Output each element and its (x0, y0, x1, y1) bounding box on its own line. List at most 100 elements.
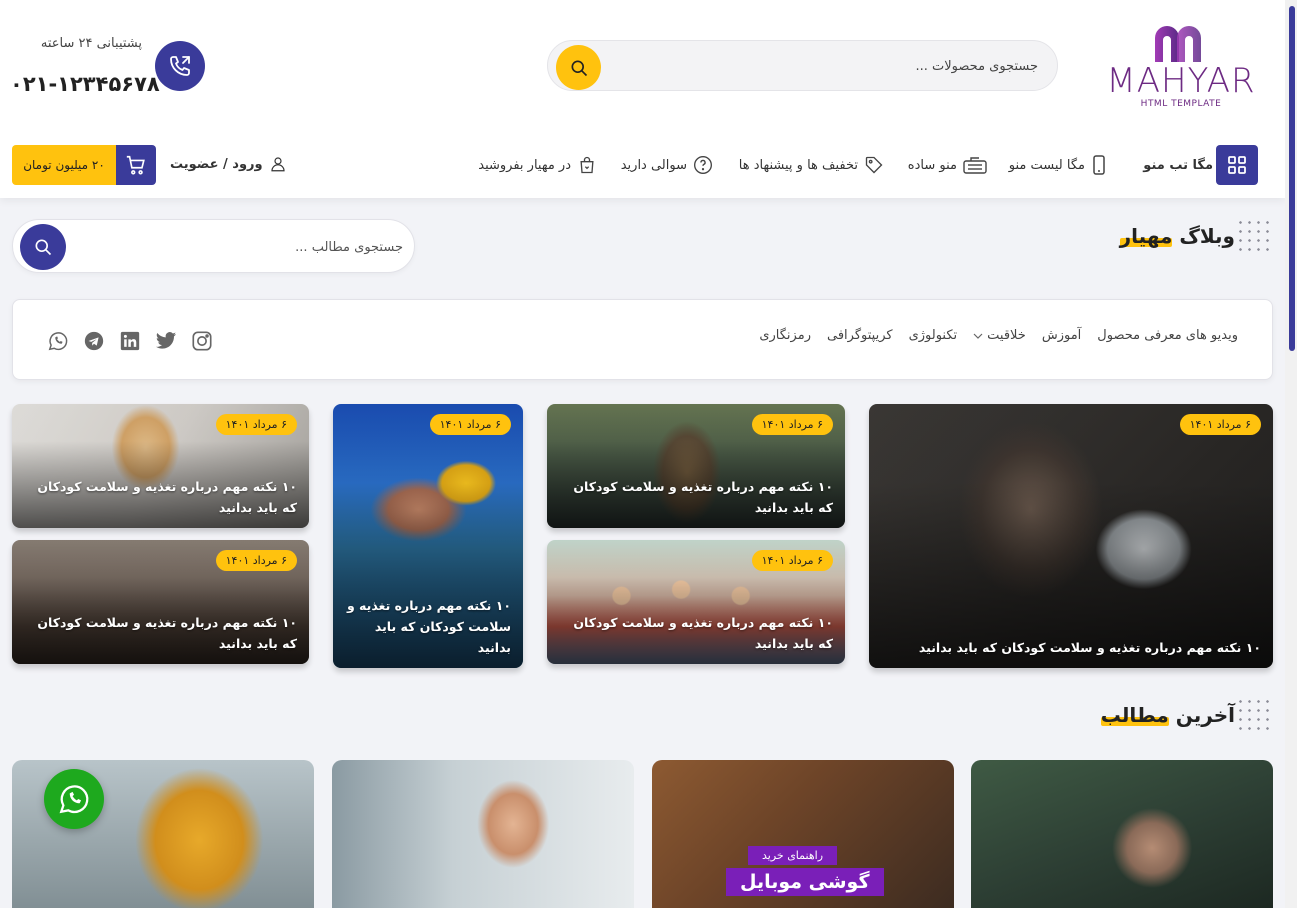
product-search (547, 40, 1058, 91)
nav-questions[interactable]: سوالی دارید (621, 154, 713, 176)
cart-icon (126, 155, 145, 175)
category-list: ویدیو های معرفی محصول آموزش خلاقیت تکنول… (759, 328, 1238, 343)
telegram-link[interactable] (83, 330, 105, 352)
scrollbar-thumb[interactable] (1289, 6, 1295, 351)
question-icon (694, 156, 712, 174)
nav-simple-menu-label: منو ساده (907, 157, 957, 173)
blog-search-button[interactable] (20, 224, 66, 270)
keyboard-icon (963, 157, 987, 174)
telegram-icon (84, 331, 104, 351)
post-date-badge: ۶ مرداد ۱۴۰۱ (215, 414, 297, 435)
search-icon (35, 239, 52, 256)
nav-mega-tab-menu[interactable]: مگا تب منو (1143, 154, 1213, 176)
post-title: ۱۰ نکته مهم درباره تغذیه و سلامت کودکان … (573, 479, 833, 515)
post-date-badge: ۶ مرداد ۱۴۰۱ (215, 550, 297, 571)
post-date-badge: ۶ مرداد ۱۴۰۱ (1179, 414, 1261, 435)
site-logo[interactable]: MAHYAR HTML TEMPLATE (1097, 22, 1265, 112)
post-title: ۱۰ نکته مهم درباره تغذیه و سلامت کودکان … (918, 640, 1261, 655)
nav-mega-list-menu[interactable]: مگا لیست منو (1009, 154, 1107, 176)
featured-post[interactable]: ۶ مرداد ۱۴۰۱ ۱۰ نکته مهم درباره تغذیه و … (12, 540, 309, 664)
category-item[interactable]: کریپتوگرافی (827, 328, 893, 343)
support-title: پشتیبانی ۲۴ ساعته (40, 36, 142, 51)
support-number: ۰۲۱-۱۲۳۴۵۶۷۸ (10, 72, 160, 96)
blog-title-highlight: مهیار (1119, 224, 1173, 248)
category-item[interactable]: رمزنگاری (759, 328, 811, 343)
latest-posts-title: آخرین مطالب (1100, 703, 1235, 727)
category-item[interactable]: آموزش (1042, 328, 1081, 343)
site-header: MAHYAR HTML TEMPLATE پشتیبانی ۲۴ ساعته ۰… (0, 0, 1285, 198)
grid-icon (1228, 156, 1246, 174)
instagram-link[interactable] (191, 330, 213, 352)
post-image (971, 760, 1273, 908)
nav-offers[interactable]: تخفیف ها و پیشنهاد ها (739, 154, 884, 176)
login-register-label: ورود / عضویت (170, 156, 263, 172)
category-item-label: خلاقیت (987, 328, 1026, 343)
post-overlay (869, 404, 1273, 668)
featured-post[interactable]: ۶ مرداد ۱۴۰۱ ۱۰ نکته مهم درباره تغذیه و … (12, 404, 309, 528)
post-date-badge: ۶ مرداد ۱۴۰۱ (751, 414, 833, 435)
latest-title-highlight: مطالب (1100, 703, 1169, 727)
logo-text: MAHYAR (1106, 61, 1256, 101)
nav-sell-label: در مهیار بفروشید (478, 157, 571, 173)
page-scrollbar[interactable] (1285, 0, 1297, 908)
latest-post-card[interactable] (332, 760, 634, 908)
post-date-badge: ۶ مرداد ۱۴۰۱ (751, 550, 833, 571)
main-nav: مگا تب منو مگا لیست منو منو ساده تخفیف ه… (0, 140, 1285, 190)
nav-questions-label: سوالی دارید (620, 157, 687, 173)
twitter-link[interactable] (155, 330, 177, 352)
shopping-bag-icon (580, 156, 594, 174)
cart-button[interactable]: ۲۰ میلیون تومان (12, 145, 156, 185)
login-register-link[interactable]: ورود / عضویت (170, 155, 287, 173)
whatsapp-link[interactable] (47, 330, 69, 352)
nav-simple-menu[interactable]: منو ساده (908, 154, 987, 176)
guide-tag-large: گوشی موبایل (726, 868, 884, 896)
category-bar: ویدیو های معرفی محصول آموزش خلاقیت تکنول… (12, 299, 1273, 380)
post-title: ۱۰ نکته مهم درباره تغذیه و سلامت کودکان … (346, 598, 511, 655)
category-item[interactable]: ویدیو های معرفی محصول (1097, 328, 1238, 343)
nav-mega-list-label: مگا لیست منو (1008, 157, 1085, 173)
featured-post[interactable]: ۶ مرداد ۱۴۰۱ ۱۰ نکته مهم درباره تغذیه و … (547, 404, 845, 528)
blog-search-input[interactable] (77, 232, 403, 262)
logo-mark-icon (1155, 26, 1201, 62)
nav-mega-tab-label: مگا تب منو (1143, 157, 1213, 173)
post-title: ۱۰ نکته مهم درباره تغذیه و سلامت کودکان … (573, 615, 833, 651)
twitter-icon (155, 332, 177, 349)
tag-icon (865, 156, 883, 174)
support-call-button[interactable] (155, 41, 205, 91)
whatsapp-icon (59, 785, 89, 814)
instagram-icon (192, 331, 212, 351)
featured-post-tall[interactable]: ۶ مرداد ۱۴۰۱ ۱۰ نکته مهم درباره تغذیه و … (333, 404, 523, 668)
post-date-badge: ۶ مرداد ۱۴۰۱ (429, 414, 511, 435)
search-icon (571, 60, 587, 76)
latest-post-card[interactable] (971, 760, 1273, 908)
nav-sell[interactable]: در مهیار بفروشید (478, 154, 597, 176)
cart-total: ۲۰ میلیون تومان (12, 145, 116, 185)
blog-search (12, 219, 415, 273)
post-title: ۱۰ نکته مهم درباره تغذیه و سلامت کودکان … (37, 615, 297, 651)
user-icon (271, 157, 285, 172)
mega-tab-menu-button[interactable] (1216, 145, 1258, 185)
category-item[interactable]: تکنولوژی (909, 328, 958, 343)
blog-title: وبلاگ مهیار (1119, 224, 1235, 248)
featured-post[interactable]: ۶ مرداد ۱۴۰۱ ۱۰ نکته مهم درباره تغذیه و … (547, 540, 845, 664)
category-item-dropdown[interactable]: خلاقیت (973, 328, 1026, 343)
featured-post-large[interactable]: ۶ مرداد ۱۴۰۱ ۱۰ نکته مهم درباره تغذیه و … (869, 404, 1273, 668)
linkedin-link[interactable] (119, 330, 141, 352)
logo-subtitle: HTML TEMPLATE (1140, 99, 1222, 109)
post-title: ۱۰ نکته مهم درباره تغذیه و سلامت کودکان … (37, 479, 297, 515)
latest-post-card[interactable]: راهنمای خرید گوشی موبایل (652, 760, 954, 908)
mobile-icon (1093, 155, 1105, 175)
blog-title-prefix: وبلاگ (1172, 224, 1235, 248)
whatsapp-float-button[interactable] (44, 769, 104, 829)
post-image (332, 760, 634, 908)
product-search-input[interactable] (608, 51, 1038, 81)
dots-decoration (1236, 697, 1272, 733)
guide-tag-small: راهنمای خرید (748, 846, 838, 865)
latest-title-prefix: آخرین (1168, 703, 1235, 727)
linkedin-icon (120, 331, 140, 351)
dots-decoration (1236, 218, 1272, 254)
nav-offers-label: تخفیف ها و پیشنهاد ها (738, 157, 858, 173)
product-search-button[interactable] (556, 45, 601, 90)
whatsapp-icon (48, 332, 68, 351)
phone-icon (170, 56, 190, 76)
